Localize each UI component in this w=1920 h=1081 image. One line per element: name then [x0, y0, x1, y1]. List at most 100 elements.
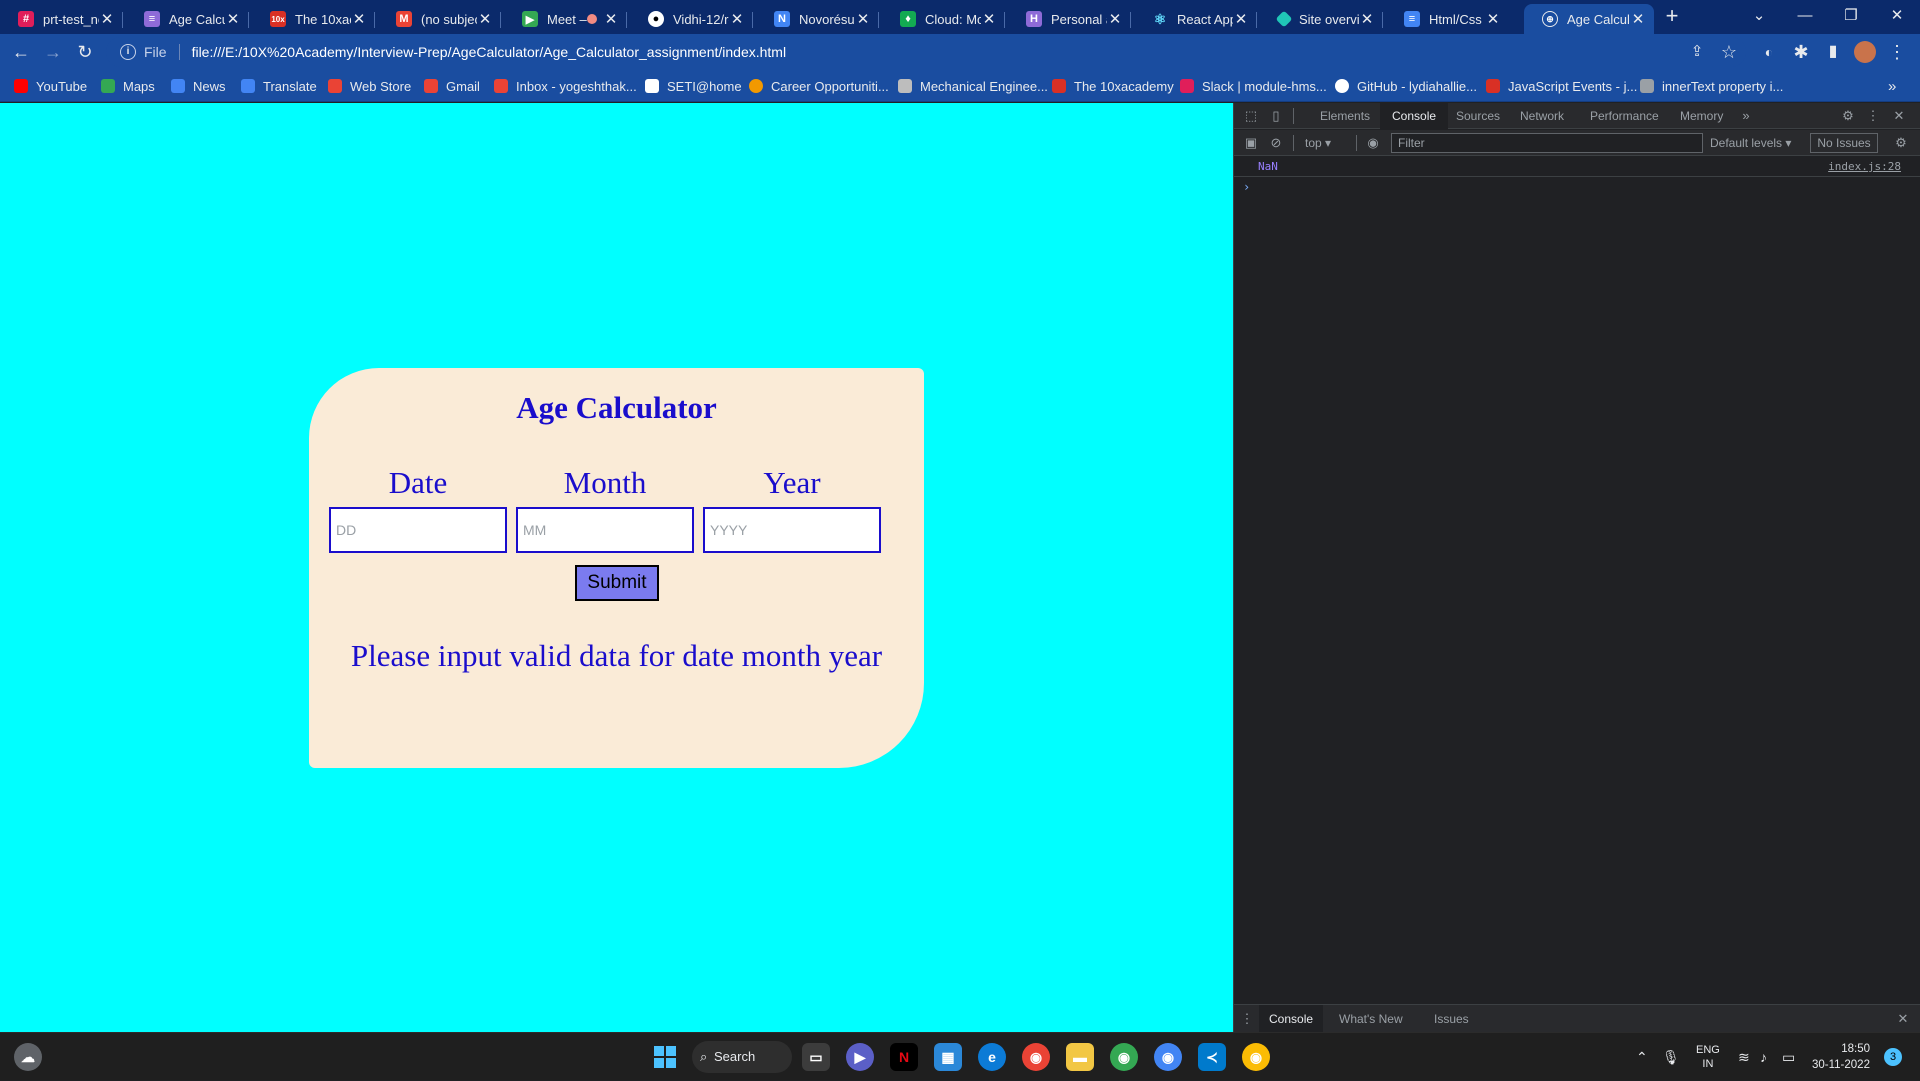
browser-tab[interactable]: ♦ Cloud: Mon ✕ [882, 4, 1005, 34]
browser-tab-active[interactable]: ⊕ Age Calculat ✕ [1524, 4, 1654, 34]
info-icon[interactable]: i [120, 44, 136, 60]
bookmark-item[interactable]: Slack | module-hms... [1180, 77, 1327, 95]
restore-icon[interactable]: ❐ [1828, 0, 1874, 30]
bookmark-item[interactable]: Gmail [424, 77, 480, 95]
close-devtools-icon[interactable]: ✕ [1890, 107, 1908, 125]
weather-icon[interactable]: ☁ [14, 1043, 42, 1071]
bookmark-item[interactable]: The 10xacademy [1052, 77, 1174, 95]
clear-console-icon[interactable]: ⊘ [1267, 134, 1285, 152]
console-settings-gear-icon[interactable]: ⚙ [1892, 134, 1910, 152]
bookmark-item[interactable]: Mechanical Enginee... [898, 77, 1048, 95]
tab-elements[interactable]: Elements [1314, 103, 1376, 129]
address-bar[interactable]: i File file:///E:/10X%20Academy/Intervie… [106, 37, 1746, 67]
close-icon[interactable]: ✕ [1233, 10, 1249, 28]
tab-sources[interactable]: Sources [1450, 103, 1506, 129]
bookmark-item[interactable]: YouTube [14, 77, 87, 95]
close-icon[interactable]: ✕ [1107, 10, 1123, 28]
language-indicator[interactable]: ENG IN [1696, 1033, 1720, 1081]
bookmark-item[interactable]: News [171, 77, 226, 95]
device-toolbar-icon[interactable]: ▯ [1267, 107, 1285, 125]
close-icon[interactable]: ✕ [225, 10, 241, 28]
more-tabs-icon[interactable]: » [1737, 107, 1755, 125]
drawer-tab-whats-new[interactable]: What's New [1329, 1005, 1413, 1033]
tab-search-icon[interactable]: ⌄ [1736, 0, 1782, 30]
taskbar-search[interactable]: ⌕ Search [692, 1041, 792, 1073]
tab-performance[interactable]: Performance [1584, 103, 1665, 129]
url-text[interactable]: file:///E:/10X%20Academy/Interview-Prep/… [192, 44, 787, 60]
browser-tab[interactable]: N Novorésum ✕ [756, 4, 879, 34]
year-input[interactable]: YYYY [703, 507, 881, 553]
teams-chat-icon[interactable]: ▶ [846, 1043, 874, 1071]
notification-badge[interactable]: 3 [1884, 1033, 1902, 1081]
bookmark-item[interactable]: Maps [101, 77, 155, 95]
tab-memory[interactable]: Memory [1674, 103, 1729, 129]
task-view-icon[interactable]: ▭ [802, 1043, 830, 1071]
console-prompt-chevron-icon[interactable]: › [1243, 180, 1250, 194]
minimize-icon[interactable]: — [1782, 0, 1828, 30]
chrome-icon[interactable]: ◉ [1154, 1043, 1182, 1071]
close-icon[interactable]: ✕ [477, 10, 493, 28]
close-icon[interactable]: ✕ [1630, 10, 1646, 28]
browser-tab[interactable]: ⚛ React App ✕ [1134, 4, 1257, 34]
window-close-icon[interactable]: ✕ [1874, 0, 1920, 30]
browser-tab[interactable]: # prt-test_no ✕ [0, 4, 123, 34]
media-control-icon[interactable]: ◐ [1757, 40, 1781, 64]
close-icon[interactable]: ✕ [1485, 10, 1501, 28]
netflix-icon[interactable]: N [890, 1043, 918, 1071]
bookmark-item[interactable]: JavaScript Events - j... [1486, 77, 1637, 95]
browser-tab[interactable]: Site overvie ✕ [1260, 4, 1383, 34]
close-icon[interactable]: ✕ [603, 10, 619, 28]
wifi-icon[interactable]: ≋ [1738, 1033, 1750, 1081]
bookmark-item[interactable]: SETI@home [645, 77, 742, 95]
close-icon[interactable]: ✕ [729, 10, 745, 28]
show-hidden-icons-icon[interactable]: ⌃ [1636, 1033, 1648, 1081]
browser-tab[interactable]: ▶ Meet – ✕ [504, 4, 627, 34]
browser-tab[interactable]: H Personal ap ✕ [1008, 4, 1131, 34]
browser-tab[interactable]: ≡ Html/Css & ✕ [1386, 4, 1509, 34]
browser-tab[interactable]: ≡ Age Calcula ✕ [126, 4, 249, 34]
submit-button[interactable]: Submit [575, 565, 659, 601]
back-arrow-icon[interactable]: ← [9, 40, 33, 64]
console-filter-input[interactable]: Filter [1391, 133, 1703, 153]
log-source-link[interactable]: index.js:28 [1828, 160, 1901, 173]
extensions-icon[interactable]: ✱ [1789, 40, 1813, 64]
bookmark-item[interactable]: Translate [241, 77, 317, 95]
context-select[interactable]: top ▾ [1305, 130, 1331, 156]
new-tab-icon[interactable]: + [1660, 5, 1684, 29]
bookmark-item[interactable]: Career Opportuniti... [749, 77, 889, 95]
sidebar-toggle-icon[interactable]: ▣ [1242, 134, 1260, 152]
bookmark-item[interactable]: innerText property i... [1640, 77, 1783, 95]
browser-tab[interactable]: ● Vidhi-12/re ✕ [630, 4, 753, 34]
issues-counter[interactable]: No Issues [1810, 133, 1878, 153]
devtools-menu-icon[interactable]: ⋮ [1864, 107, 1882, 125]
close-icon[interactable]: ✕ [99, 10, 115, 28]
bookmark-item[interactable]: GitHub - lydiahallie... [1335, 77, 1477, 95]
month-input[interactable]: MM [516, 507, 694, 553]
drawer-tab-issues[interactable]: Issues [1424, 1005, 1479, 1033]
system-clock[interactable]: 18:50 30-11-2022 [1812, 1041, 1870, 1073]
bookmark-item[interactable]: Web Store [328, 77, 411, 95]
close-icon[interactable]: ✕ [855, 10, 871, 28]
close-icon[interactable]: ✕ [981, 10, 997, 28]
log-levels-dropdown[interactable]: Default levels ▾ [1710, 130, 1791, 156]
tab-network[interactable]: Network [1514, 103, 1570, 129]
windows-start-icon[interactable] [651, 1043, 679, 1071]
inspect-element-icon[interactable]: ⬚ [1242, 107, 1260, 125]
file-explorer-icon[interactable]: ▬ [1066, 1043, 1094, 1071]
close-icon[interactable]: ✕ [351, 10, 367, 28]
more-bookmarks-icon[interactable]: » [1888, 77, 1896, 95]
chrome-icon[interactable]: ◉ [1242, 1043, 1270, 1071]
close-drawer-icon[interactable]: ✕ [1894, 1010, 1912, 1028]
forward-arrow-icon[interactable]: → [41, 40, 65, 64]
bookmark-item[interactable]: Inbox - yogeshthak... [494, 77, 637, 95]
vscode-icon[interactable]: ≺ [1198, 1043, 1226, 1071]
chrome-icon[interactable]: ◉ [1022, 1043, 1050, 1071]
close-icon[interactable]: ✕ [1359, 10, 1375, 28]
battery-icon[interactable]: ▭ [1782, 1033, 1795, 1081]
live-expression-eye-icon[interactable]: ◉ [1364, 134, 1382, 152]
share-icon[interactable]: ⇪ [1685, 40, 1709, 64]
bookmark-star-icon[interactable]: ☆ [1717, 40, 1741, 64]
tab-console[interactable]: Console [1380, 103, 1449, 129]
volume-icon[interactable]: ♪ [1760, 1033, 1767, 1081]
settings-gear-icon[interactable]: ⚙ [1839, 107, 1857, 125]
